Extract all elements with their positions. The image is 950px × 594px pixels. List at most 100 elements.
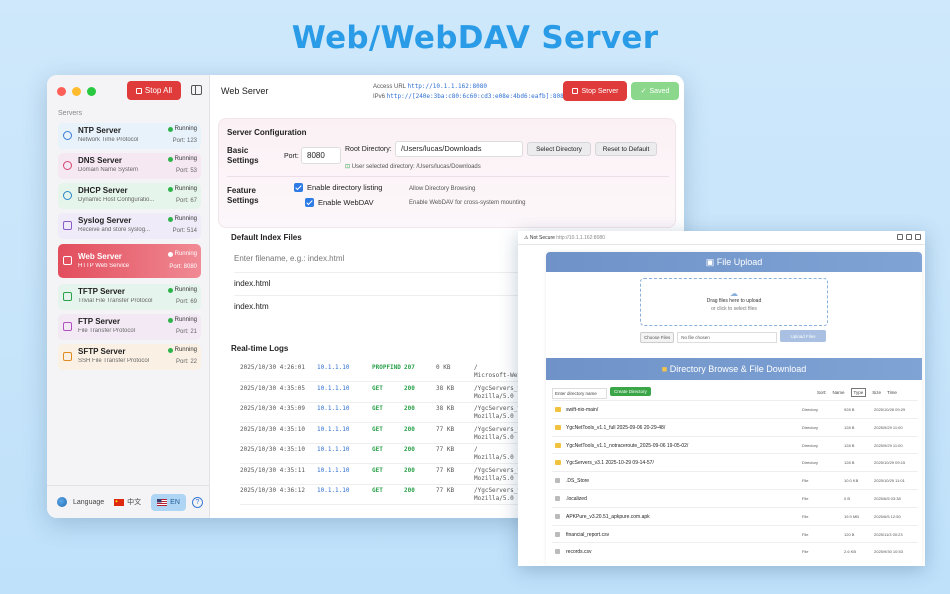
server-desc: Network Time Protocol — [78, 137, 139, 143]
root-directory-input[interactable]: /Users/lucas/Downloads — [395, 141, 523, 157]
reset-default-button[interactable]: Reset to Default — [595, 142, 657, 156]
file-row[interactable]: YgcNetTools_v1.1_notraceroute_2025-09-06… — [552, 435, 918, 454]
index-file-item[interactable]: index.html — [234, 272, 534, 294]
lang-en-button[interactable]: EN — [151, 493, 186, 511]
status-dot-icon — [167, 126, 173, 132]
web-icon — [63, 256, 72, 265]
status-badge: Running — [167, 251, 197, 257]
ipv6-label: IPv6 — [373, 94, 386, 100]
status-dot-icon — [167, 216, 173, 222]
server-port: Port: 22 — [175, 359, 197, 365]
server-desc: Dynamic Host Configuratio... — [78, 197, 155, 203]
log-path: /YgcServers_v — [474, 405, 521, 412]
document-icon — [63, 221, 72, 230]
feature-settings-label: Feature Settings — [227, 186, 259, 206]
file-date: 2025/10/28 09:29 — [874, 407, 906, 412]
index-file-item[interactable]: index.htm — [234, 295, 534, 317]
log-path: / — [474, 446, 478, 453]
server-item-tftp[interactable]: TFTP Server Trivial File Transfer Protoc… — [58, 284, 201, 310]
browser-url-bar[interactable]: ⚠ Not Secure http://10.1.1.162:8080 — [518, 231, 925, 245]
sort-size-button[interactable]: Size — [872, 390, 881, 397]
server-desc: Trivial File Transfer Protocol — [78, 298, 153, 304]
zoom-window-button[interactable] — [87, 87, 96, 96]
help-icon[interactable]: ? — [191, 496, 203, 508]
warning-icon: ⚠ — [524, 235, 529, 241]
status-badge: Running — [167, 317, 197, 323]
share-icon[interactable] — [906, 234, 912, 240]
server-item-dhcp[interactable]: DHCP Server Dynamic Host Configuratio...… — [58, 183, 201, 209]
log-time: 2025/10/30 4:35:10 — [240, 446, 306, 453]
server-desc: HTTP Web Service — [78, 263, 130, 269]
menu-icon[interactable] — [915, 234, 921, 240]
server-item-sftp[interactable]: SFTP Server SSH File Transfer Protocol R… — [58, 344, 201, 370]
enable-listing-checkbox[interactable]: Enable directory listing — [294, 183, 382, 192]
choose-files-button[interactable]: Choose Files — [640, 332, 675, 343]
server-item-web[interactable]: Web Server HTTP Web Service Running Port… — [58, 244, 201, 278]
file-row[interactable]: .localized File 0 B 2025/6/5 03:38 — [552, 489, 918, 507]
network-icon — [63, 191, 72, 200]
close-window-button[interactable] — [57, 87, 66, 96]
sort-type-button[interactable]: Type — [850, 388, 867, 397]
saved-label: Saved — [649, 87, 670, 95]
file-row[interactable]: .DS_Store File 10.0 KB 2025/10/29 11:01 — [552, 471, 918, 489]
sidebar-toggle-icon[interactable] — [191, 85, 202, 95]
basic-settings-label: Basic Settings — [227, 146, 259, 166]
file-row[interactable]: YgcServers_v3.1 2025-10-29 09-14-57/Dire… — [552, 453, 918, 471]
stop-icon — [135, 87, 142, 94]
log-row: 2025/10/30 4:35:09 10.1.1.10 GET 200 38 KB/Y… — [240, 402, 540, 423]
sort-time-button[interactable]: Time — [887, 390, 897, 397]
status-text: Running — [174, 186, 197, 192]
log-ua: Mozilla/5.0 ( — [474, 474, 521, 482]
file-chooser: Choose Files No file chosen — [640, 332, 778, 343]
log-row: 2025/10/30 4:35:11 10.1.1.10 GET 200 77 KB/Y… — [240, 464, 540, 485]
log-size: 77 KB — [436, 487, 455, 494]
saved-button[interactable]: ✓ Saved — [631, 82, 679, 100]
extension-icon[interactable] — [897, 234, 903, 240]
file-row[interactable]: YgcNetTools_v1.1_full 2025-09-06 20-29-4… — [552, 417, 918, 436]
port-input[interactable]: 8080 — [301, 147, 341, 164]
access-info: Access URL http://10.1.1.162:8080 IPv6 h… — [373, 82, 567, 102]
file-name: financial_report.csv — [566, 531, 610, 538]
server-item-dns[interactable]: DNS Server Domain Name System Running Po… — [58, 153, 201, 179]
index-files-title: Default Index Files — [231, 233, 302, 242]
listing-note: Allow Directory Browsing — [409, 186, 476, 192]
checkbox-checked-icon — [305, 198, 314, 207]
log-ua: Mozilla/5.0 ( — [474, 392, 521, 400]
file-type: File — [802, 531, 809, 537]
stop-server-label: Stop Server — [581, 87, 619, 95]
create-directory-button[interactable]: Create Directory — [610, 387, 651, 396]
server-config-panel: Server Configuration Basic Settings Port:… — [218, 118, 676, 228]
select-directory-button[interactable]: Select Directory — [527, 142, 591, 156]
log-method: PROPFIND — [372, 364, 401, 371]
access-url-link[interactable]: http://10.1.1.162:8080 — [407, 83, 486, 90]
file-row[interactable]: financial_report.csv File 120 B 2025/11/3 0… — [552, 524, 918, 543]
stop-server-button[interactable]: Stop Server — [563, 81, 627, 101]
minimize-window-button[interactable] — [72, 87, 81, 96]
server-item-syslog[interactable]: Syslog Server Receive and store syslog..… — [58, 213, 201, 239]
file-size: 928 B — [844, 407, 855, 412]
folder-icon — [555, 407, 561, 412]
status-badge: Running — [167, 156, 197, 162]
file-row[interactable]: records.csv File 2.6 KB 2025/9/30 10:53 — [552, 542, 918, 560]
log-method: GET — [372, 446, 383, 453]
drag-text: Drag files here to upload — [706, 298, 762, 304]
ipv6-url-link[interactable]: http://[240e:3ba:c80:6c60:cd3:e08e:4bd6:… — [387, 93, 568, 100]
directory-name-input[interactable]: Enter directory name — [552, 388, 607, 399]
file-icon — [555, 549, 560, 555]
log-size: 0 KB — [436, 364, 451, 371]
server-port: Port: 67 — [175, 198, 197, 204]
stop-all-button[interactable]: Stop All — [127, 81, 181, 100]
upload-dropzone[interactable]: ☁ Drag files here to upload or click to … — [640, 278, 828, 326]
index-filename-input[interactable]: Enter filename, e.g.: index.html — [234, 254, 534, 263]
file-row[interactable]: swift-nio-main/Directory 928 B 2025/10/28 … — [552, 400, 918, 418]
file-date: 2025/9/29 11:00 — [874, 442, 903, 448]
file-row[interactable]: APKPure_v3.20.51_apkpure.com.apk File 19.9… — [552, 506, 918, 525]
file-icon — [555, 513, 560, 519]
log-method: GET — [372, 466, 383, 474]
lang-zh-button[interactable]: 中文 — [110, 494, 145, 510]
enable-webdav-checkbox[interactable]: Enable WebDAV — [305, 198, 374, 207]
server-item-ftp[interactable]: FTP Server File Transfer Protocol Runnin… — [58, 314, 201, 340]
server-item-ntp[interactable]: NTP Server Network Time Protocol Running… — [58, 123, 201, 149]
sort-name-button[interactable]: Name — [833, 390, 845, 397]
upload-files-button[interactable]: Upload Files — [780, 330, 826, 342]
